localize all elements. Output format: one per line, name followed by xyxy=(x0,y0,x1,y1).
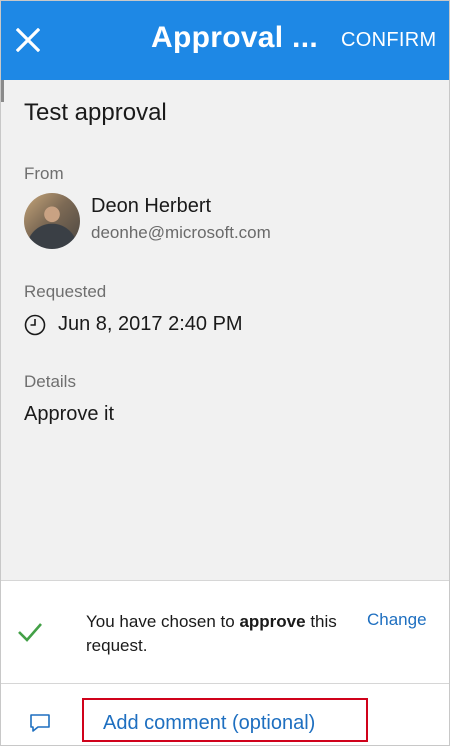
details-label: Details xyxy=(24,372,76,391)
approval-screen: Approval ... CONFIRM Test approval From … xyxy=(0,0,450,746)
avatar xyxy=(24,193,80,249)
add-comment-link[interactable]: Add comment (optional) xyxy=(103,712,315,735)
confirm-button[interactable]: CONFIRM xyxy=(341,29,436,52)
close-icon xyxy=(16,28,40,52)
scroll-indicator xyxy=(1,80,4,102)
app-bar: Approval ... CONFIRM xyxy=(1,1,449,80)
decision-choice: approve xyxy=(239,612,306,631)
requested-label: Requested xyxy=(24,282,107,301)
page-title: Approval ... xyxy=(151,21,318,54)
section-divider xyxy=(1,580,449,581)
details-text: Approve it xyxy=(24,403,115,425)
checkmark-icon xyxy=(18,623,42,642)
clock-icon xyxy=(24,314,46,336)
change-decision-link[interactable]: Change xyxy=(367,610,427,630)
comment-icon xyxy=(30,714,50,732)
approval-title: Test approval xyxy=(24,99,167,126)
decision-message: You have chosen to approve this request. xyxy=(86,610,356,658)
close-button[interactable] xyxy=(11,23,45,57)
from-label: From xyxy=(24,164,64,183)
section-divider xyxy=(1,683,449,684)
decision-text-start: You have chosen to xyxy=(86,612,240,631)
requester-email: deonhe@microsoft.com xyxy=(91,223,271,242)
requester-name: Deon Herbert xyxy=(91,195,212,217)
requested-date: Jun 8, 2017 2:40 PM xyxy=(58,313,243,335)
